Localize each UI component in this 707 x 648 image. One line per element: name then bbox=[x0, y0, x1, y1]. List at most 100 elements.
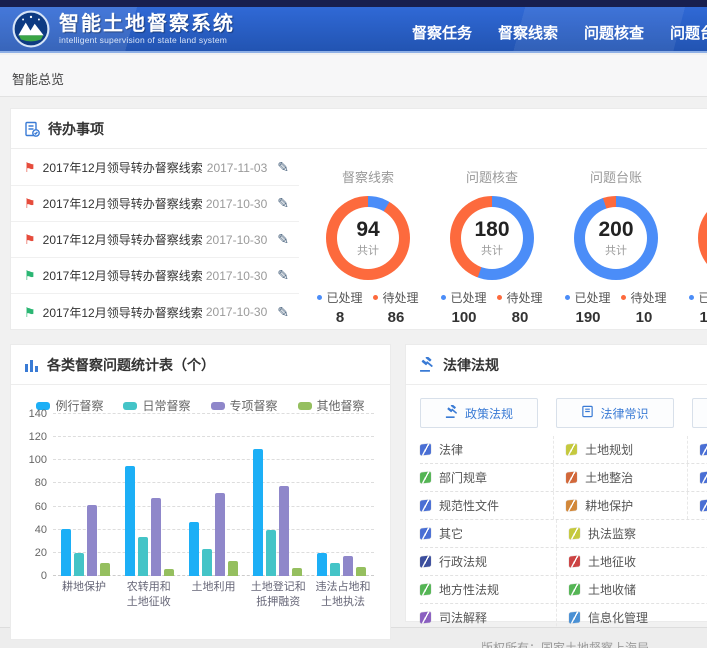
breadcrumb-bar: 智能总览 bbox=[0, 55, 707, 97]
flag-icon: ⚑ bbox=[24, 269, 36, 282]
pending-value: 10 bbox=[616, 309, 672, 326]
law-link[interactable]: 耕地保护 bbox=[553, 492, 686, 519]
bar-legend-item[interactable]: 日常督察 bbox=[123, 397, 190, 414]
top-bar: 智能土地督察系统 intelligent supervision of stat… bbox=[0, 0, 707, 55]
law-link-label: 土地征收 bbox=[588, 553, 636, 570]
law-link[interactable]: 地方性法规 bbox=[420, 576, 556, 603]
todo-item[interactable]: ⚑2017年12月领导转办督察线索2017-10-30✎ bbox=[11, 294, 299, 330]
law-card: 法律法规 政策法规法律常识 法律土地规划部门规章土地整治规范性文件耕地保护其它执… bbox=[405, 344, 707, 622]
donut-legend: 已处理待处理 bbox=[312, 289, 424, 306]
bar-日常督察 bbox=[266, 530, 276, 576]
law-link[interactable] bbox=[687, 464, 707, 491]
todo-item-date: 2017-10-30 bbox=[206, 233, 267, 247]
legend-dot-icon bbox=[441, 295, 446, 300]
todo-item[interactable]: ⚑2017年12月领导转办督察线索2017-11-03✎ bbox=[11, 150, 299, 186]
edit-pencil-icon[interactable]: ✎ bbox=[277, 231, 289, 248]
donut-center: 180共计 bbox=[450, 196, 534, 280]
donut-values: 10080 bbox=[436, 309, 548, 326]
book-icon bbox=[569, 555, 580, 567]
law-link[interactable]: 土地整治 bbox=[553, 464, 686, 491]
donut-chart: 问题核查180共计已处理待处理10080 bbox=[430, 150, 554, 326]
bar-legend-item[interactable]: 专项督察 bbox=[211, 397, 278, 414]
app-logo[interactable]: 智能土地督察系统 intelligent supervision of stat… bbox=[12, 10, 235, 48]
nav-item-3[interactable]: 问题核查 bbox=[584, 22, 644, 43]
bar-例行督察 bbox=[253, 449, 263, 576]
donut-values: 175 bbox=[684, 309, 707, 326]
todo-item-text: 2017年12月领导转办督察线索 bbox=[43, 195, 206, 212]
processed-value: 100 bbox=[436, 309, 492, 326]
bar-legend-label: 其他督察 bbox=[317, 397, 365, 414]
nav-item-2[interactable]: 督察线索 bbox=[498, 22, 558, 43]
flag-icon: ⚑ bbox=[24, 306, 36, 319]
bar-chart-card: 各类督察问题统计表（个） 例行督察日常督察专项督察其他督察 0204060801… bbox=[10, 344, 391, 640]
law-link[interactable]: 土地征收 bbox=[556, 548, 692, 575]
law-link[interactable]: 土地规划 bbox=[553, 436, 686, 463]
law-link[interactable] bbox=[687, 436, 707, 463]
legend-label: 待处理 bbox=[382, 289, 418, 306]
donut-ring bbox=[698, 196, 707, 280]
donut-legend-item[interactable]: 待处理 bbox=[616, 289, 672, 306]
law-link-label: 耕地保护 bbox=[585, 497, 633, 514]
law-link[interactable]: 法律 bbox=[420, 436, 553, 463]
donut-legend-item[interactable]: 待处理 bbox=[492, 289, 548, 306]
page-title: 智能总览 bbox=[0, 55, 707, 88]
processed-value: 8 bbox=[312, 309, 368, 326]
x-axis-category-label: 农转用和 土地征收 bbox=[118, 580, 180, 610]
y-axis-tick-label: 100 bbox=[17, 454, 47, 466]
donut-center: 94共计 bbox=[326, 196, 410, 280]
donut-ring: 180共计 bbox=[450, 196, 534, 280]
bar-legend-label: 日常督察 bbox=[142, 397, 190, 414]
bar-专项督察 bbox=[215, 493, 225, 576]
law-button-政策法规[interactable]: 政策法规 bbox=[420, 398, 538, 428]
donut-legend-item[interactable]: 已处理 bbox=[312, 289, 368, 306]
todo-item[interactable]: ⚑2017年12月领导转办督察线索2017-10-30✎ bbox=[11, 186, 299, 222]
book-icon bbox=[700, 443, 707, 455]
law-link[interactable]: 行政法规 bbox=[420, 548, 556, 575]
nav-item-4[interactable]: 问题台账 bbox=[670, 22, 707, 43]
todo-stats-card: 待办事项 ⚑2017年12月领导转办督察线索2017-11-03✎⚑2017年1… bbox=[10, 108, 707, 330]
donut-total-value: 94 bbox=[356, 218, 379, 241]
law-link[interactable]: 部门规章 bbox=[420, 464, 553, 491]
pending-value: 86 bbox=[368, 309, 424, 326]
edit-pencil-icon[interactable]: ✎ bbox=[277, 304, 289, 321]
legend-dot-icon bbox=[689, 295, 694, 300]
todo-item-date: 2017-10-30 bbox=[206, 305, 267, 319]
law-link-label: 土地整治 bbox=[585, 469, 633, 486]
bar-例行督察 bbox=[317, 553, 327, 576]
book-icon bbox=[569, 527, 580, 539]
x-axis-category-label: 土地登记和 抵押融资 bbox=[247, 580, 309, 610]
todo-item[interactable]: ⚑2017年12月领导转办督察线索2017-10-30✎ bbox=[11, 222, 299, 258]
todo-item[interactable]: ⚑2017年12月领导转办督察线索2017-10-30✎ bbox=[11, 258, 299, 294]
edit-pencil-icon[interactable]: ✎ bbox=[277, 195, 289, 212]
bar-其他督察 bbox=[100, 563, 110, 576]
donut-legend-item[interactable]: 已处理 bbox=[684, 289, 707, 306]
law-button-法律常识[interactable]: 法律常识 bbox=[556, 398, 674, 428]
nav-item-1[interactable]: 督察任务 bbox=[412, 22, 472, 43]
donut-legend-item[interactable]: 待处理 bbox=[368, 289, 424, 306]
law-link[interactable]: 执法监察 bbox=[556, 520, 692, 547]
bar-legend-item[interactable]: 其他督察 bbox=[298, 397, 365, 414]
book-icon bbox=[420, 443, 431, 455]
todo-panel-title: 待办事项 bbox=[48, 119, 104, 139]
main-nav: 督察任务 督察线索 问题核查 问题台账 bbox=[412, 22, 707, 43]
book-icon bbox=[566, 499, 577, 511]
y-axis-tick-label: 140 bbox=[17, 408, 47, 420]
x-axis-category-label: 耕地保护 bbox=[53, 580, 115, 610]
legend-label: 待处理 bbox=[630, 289, 666, 306]
legend-label: 已处理 bbox=[574, 289, 610, 306]
edit-pencil-icon[interactable]: ✎ bbox=[277, 267, 289, 284]
donut-values: 19010 bbox=[560, 309, 672, 326]
law-link[interactable]: 规范性文件 bbox=[420, 492, 553, 519]
app-title: 智能土地督察系统 bbox=[59, 14, 235, 35]
processed-value: 175 bbox=[684, 309, 707, 326]
donut-total-value: 180 bbox=[474, 218, 509, 241]
donut-legend-item[interactable]: 已处理 bbox=[436, 289, 492, 306]
donut-legend-item[interactable]: 已处理 bbox=[560, 289, 616, 306]
law-link[interactable] bbox=[687, 492, 707, 519]
bar-专项督察 bbox=[87, 505, 97, 576]
law-button-2[interactable] bbox=[692, 398, 707, 428]
law-link[interactable]: 其它 bbox=[420, 520, 556, 547]
y-axis-tick-label: 0 bbox=[17, 570, 47, 582]
law-link[interactable]: 土地收储 bbox=[556, 576, 692, 603]
edit-pencil-icon[interactable]: ✎ bbox=[277, 159, 289, 176]
